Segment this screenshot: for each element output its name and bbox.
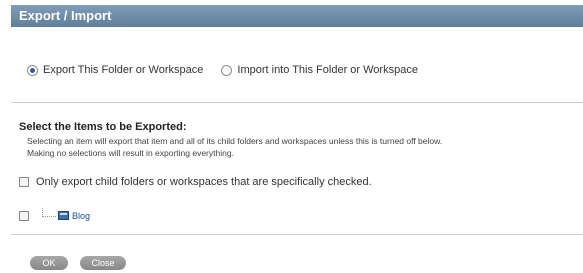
export-option-label: Export This Folder or Workspace <box>43 64 204 76</box>
only-checked-checkbox[interactable] <box>19 177 29 187</box>
blog-checkbox[interactable] <box>19 210 29 221</box>
import-radio[interactable] <box>221 64 233 76</box>
export-radio[interactable] <box>27 64 38 76</box>
ok-button[interactable]: OK <box>30 256 68 270</box>
selection-heading: Select the Items to be Exported: <box>19 121 187 133</box>
tree-connector <box>42 208 56 217</box>
blog-link[interactable]: Blog <box>72 211 90 221</box>
export-option[interactable]: Export This Folder or Workspace <box>27 64 203 76</box>
import-option[interactable]: Import into This Folder or Workspace <box>221 64 418 76</box>
blog-icon <box>58 211 69 220</box>
selection-help-line1: Selecting an item will export that item … <box>27 136 443 146</box>
dialog-title-bar: Export / Import <box>11 5 583 27</box>
mode-radio-group: Export This Folder or Workspace Import i… <box>27 64 436 76</box>
close-button[interactable]: Close <box>80 256 126 270</box>
tree-item-blog: Blog <box>19 208 90 223</box>
only-checked-label: Only export child folders or workspaces … <box>36 176 372 188</box>
divider-top <box>11 102 583 103</box>
only-checked-option[interactable]: Only export child folders or workspaces … <box>19 176 372 188</box>
selection-help-line2: Making no selections will result in expo… <box>27 148 234 158</box>
import-option-label: Import into This Folder or Workspace <box>237 64 418 76</box>
divider-bottom <box>11 234 583 235</box>
dialog-title: Export / Import <box>19 8 112 23</box>
